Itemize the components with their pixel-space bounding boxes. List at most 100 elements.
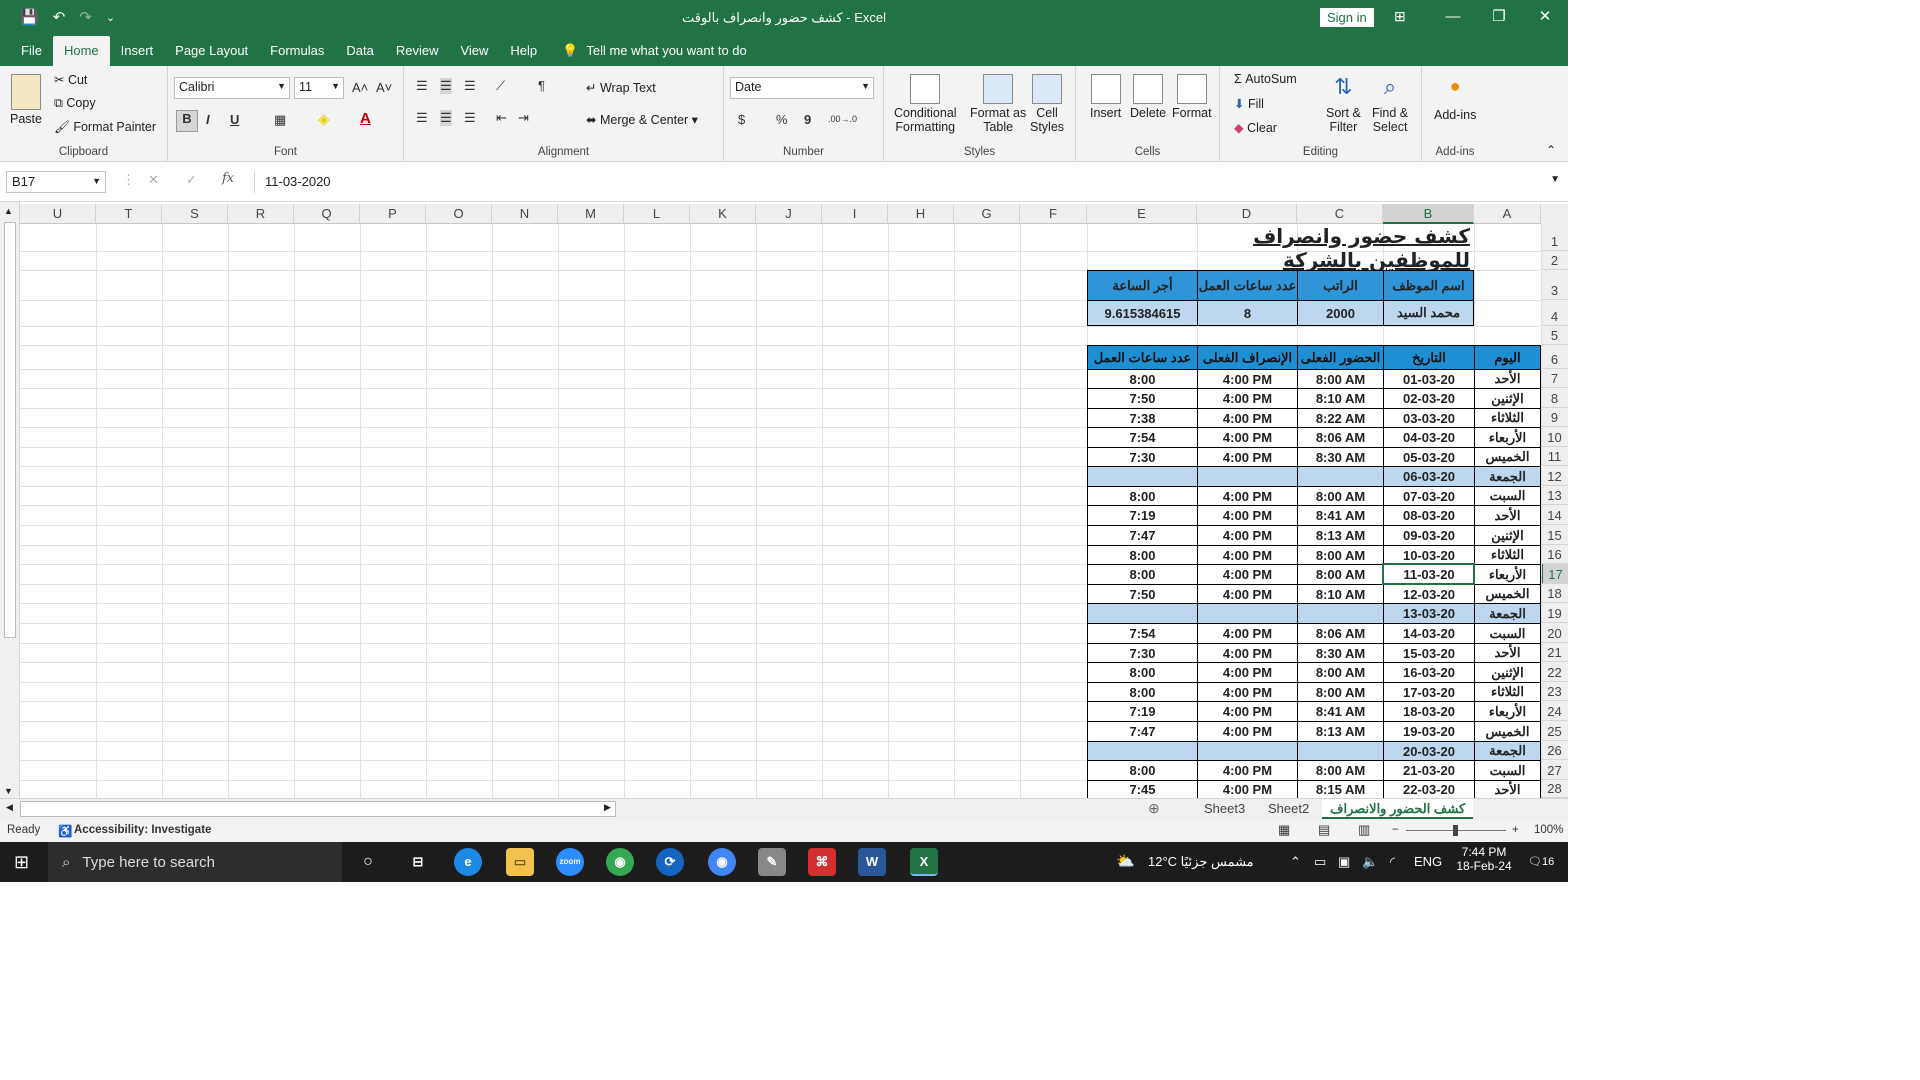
table-cell[interactable]: الإثنين (1474, 388, 1541, 408)
table-cell[interactable]: 7:45 (1087, 780, 1197, 798)
table-cell[interactable]: 4:00 PM (1197, 525, 1297, 545)
cut-button[interactable]: ✂ Cut (54, 72, 87, 87)
column-header[interactable]: T (96, 204, 162, 224)
table-cell[interactable]: الجمعة (1474, 466, 1541, 486)
table-cell[interactable]: 4:00 PM (1197, 780, 1297, 798)
zoom-in-icon[interactable]: + (1512, 824, 1519, 836)
table-cell[interactable]: التاريخ (1383, 345, 1474, 369)
rtl-icon[interactable]: ¶ (538, 78, 545, 93)
table-cell[interactable]: الخميس (1474, 447, 1541, 466)
table-cell[interactable]: الثلاثاء (1474, 682, 1541, 701)
row-header[interactable]: 6 (1541, 345, 1568, 369)
table-cell[interactable]: الإثنين (1474, 525, 1541, 545)
insert-function-icon[interactable]: fx (222, 171, 234, 186)
align-left-icon[interactable]: ☰ (416, 110, 428, 126)
table-cell[interactable] (1297, 466, 1383, 486)
tell-me-box[interactable]: 💡 Tell me what you want to do (548, 36, 747, 66)
table-cell[interactable] (1197, 466, 1297, 486)
table-cell[interactable]: 4:00 PM (1197, 486, 1297, 505)
table-cell[interactable]: السبت (1474, 486, 1541, 505)
table-cell[interactable]: 16-03-20 (1383, 662, 1474, 682)
row-header[interactable]: 2 (1541, 251, 1568, 270)
column-header[interactable]: B (1383, 204, 1474, 224)
table-cell[interactable]: الإثنين (1474, 662, 1541, 682)
table-cell[interactable]: 8:30 AM (1297, 447, 1383, 466)
table-cell[interactable]: 8:00 (1087, 486, 1197, 505)
table-cell[interactable] (1197, 741, 1297, 760)
info-value-cell[interactable]: 9.615384615 (1087, 300, 1197, 326)
percent-button[interactable]: % (776, 112, 788, 127)
tab-view[interactable]: View (449, 36, 499, 66)
close-button[interactable]: ✕ (1522, 0, 1568, 34)
battery-icon[interactable]: ▭ (1314, 842, 1326, 882)
table-cell[interactable]: 8:00 (1087, 564, 1197, 584)
tab-file[interactable]: File (10, 36, 53, 66)
collapse-ribbon-icon[interactable]: ⌃ (1546, 143, 1556, 157)
table-cell[interactable]: 7:19 (1087, 505, 1197, 525)
meet-now-icon[interactable]: ▣ (1338, 842, 1350, 882)
scroll-left-icon[interactable]: ◀ (6, 802, 13, 813)
table-cell[interactable]: الخميس (1474, 721, 1541, 741)
merge-center-button[interactable]: ⬌ Merge & Center ▾ (586, 112, 698, 127)
table-cell[interactable]: 20-03-20 (1383, 741, 1474, 760)
delete-cells-button[interactable]: Delete (1130, 74, 1166, 120)
table-cell[interactable] (1087, 466, 1197, 486)
increase-decimal-button[interactable]: .00→.0 (828, 114, 857, 124)
table-cell[interactable]: 12-03-20 (1383, 584, 1474, 603)
table-cell[interactable]: الأحد (1474, 643, 1541, 662)
maximize-button[interactable]: ❐ (1476, 0, 1522, 34)
column-header[interactable]: N (492, 204, 558, 224)
cancel-icon[interactable]: ✕ (148, 172, 159, 188)
font-size-select[interactable]: 11 ▼ (294, 77, 344, 99)
autosum-button[interactable]: Σ AutoSum (1234, 72, 1297, 86)
table-cell[interactable]: 03-03-20 (1383, 408, 1474, 427)
column-header[interactable]: U (20, 204, 96, 224)
tab-home[interactable]: Home (52, 36, 110, 66)
task-view-icon[interactable]: ○ (354, 848, 382, 876)
table-cell[interactable]: 18-03-20 (1383, 701, 1474, 721)
wrap-text-button[interactable]: ↵ Wrap Text (586, 80, 656, 95)
weather-text[interactable]: 12°C مشمس جزئيًا (1148, 842, 1254, 882)
row-header[interactable]: 11 (1541, 447, 1568, 466)
table-cell[interactable]: 8:00 AM (1297, 545, 1383, 564)
clear-button[interactable]: ◆ Clear (1234, 120, 1277, 135)
table-cell[interactable]: 4:00 PM (1197, 584, 1297, 603)
column-header[interactable]: C (1297, 204, 1383, 224)
table-cell[interactable]: الأربعاء (1474, 427, 1541, 447)
sign-in-button[interactable]: Sign in (1320, 8, 1374, 27)
table-cell[interactable]: 7:54 (1087, 427, 1197, 447)
table-cell[interactable] (1087, 603, 1197, 623)
row-header[interactable]: 20 (1541, 623, 1568, 643)
table-cell[interactable]: اليوم (1474, 345, 1541, 369)
tab-help[interactable]: Help (499, 36, 548, 66)
page-break-view-icon[interactable]: ▥ (1358, 822, 1370, 838)
paste-button[interactable]: Paste (10, 74, 42, 126)
table-cell[interactable]: 15-03-20 (1383, 643, 1474, 662)
sheet-tab-sheet3[interactable]: Sheet3 (1196, 799, 1253, 819)
align-bottom-icon[interactable]: ☰ (464, 78, 476, 94)
comments-icon[interactable]: 🗨 (1886, 42, 1904, 59)
sync-app-icon[interactable]: ⟳ (656, 848, 684, 876)
align-right-icon[interactable]: ☰ (464, 110, 476, 126)
file-explorer-icon[interactable]: ▭ (506, 848, 534, 876)
tab-page-layout[interactable]: Page Layout (164, 36, 259, 66)
sheet-title[interactable]: كشف حضور وانصراف للموظفين بالشركة (1150, 224, 1470, 272)
excel-icon[interactable]: X (910, 848, 938, 876)
row-header[interactable]: 23 (1541, 682, 1568, 701)
zoom-slider-thumb[interactable] (1453, 825, 1458, 836)
table-cell[interactable]: الجمعة (1474, 741, 1541, 760)
table-cell[interactable]: 09-03-20 (1383, 525, 1474, 545)
sort-filter-button[interactable]: ⇅ Sort & Filter (1326, 74, 1361, 134)
worksheet-grid[interactable]: UTSRQPONMLKJIHGFEDCBA 1 2 3 4 5 6 7 8 9 10 11 12 13 1… (0, 202, 1568, 798)
align-top-icon[interactable]: ☰ (416, 78, 428, 94)
table-cell[interactable]: 8:15 AM (1297, 780, 1383, 798)
column-header[interactable]: O (426, 204, 492, 224)
table-cell[interactable]: 4:00 PM (1197, 623, 1297, 643)
decrease-indent-icon[interactable]: ⇤ (496, 110, 507, 126)
column-header[interactable]: F (1020, 204, 1087, 224)
table-cell[interactable]: 17-03-20 (1383, 682, 1474, 701)
format-painter-button[interactable]: 🖌 Format Painter (54, 120, 156, 135)
column-header[interactable]: H (888, 204, 954, 224)
table-cell[interactable]: 4:00 PM (1197, 388, 1297, 408)
row-header[interactable]: 26 (1541, 741, 1568, 760)
